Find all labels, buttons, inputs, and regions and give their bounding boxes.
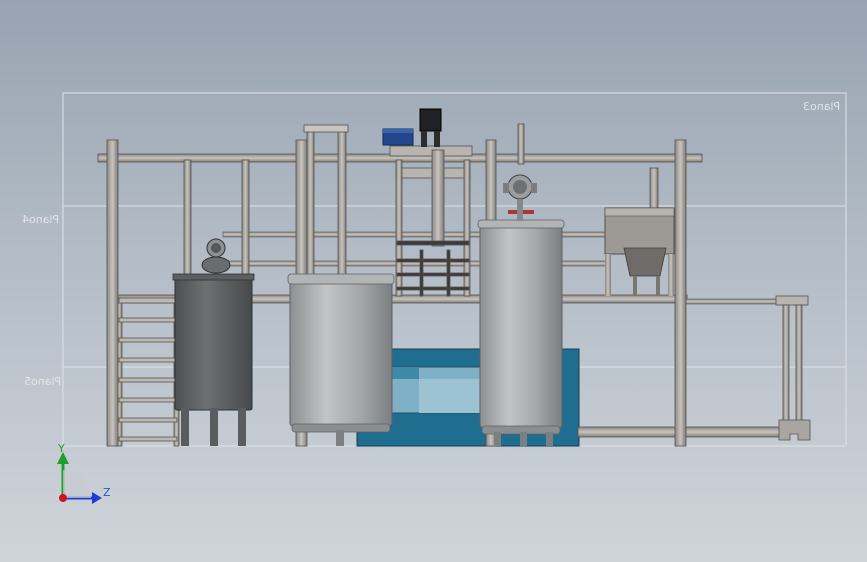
- cad-viewport[interactable]: [0, 0, 867, 562]
- axis-triad[interactable]: [57, 452, 102, 504]
- plane-label-plano4[interactable]: Plano4: [22, 213, 59, 226]
- motor-blue[interactable]: [382, 128, 414, 146]
- triad-z-arrow: [92, 492, 102, 504]
- staircase[interactable]: [115, 297, 180, 447]
- triad-z-label: Z: [103, 486, 111, 499]
- tank-light-middle[interactable]: [287, 273, 395, 446]
- right-pipe-assembly[interactable]: [775, 295, 811, 441]
- triad-y-label: Y: [58, 442, 65, 455]
- right-extension-rail[interactable]: [685, 298, 781, 305]
- motor-black[interactable]: [419, 108, 442, 147]
- hopper-box[interactable]: [604, 207, 675, 296]
- plane-label-plano5[interactable]: Plano5: [24, 375, 61, 388]
- triad-arc: [63, 470, 91, 498]
- plane-label-plano3[interactable]: Plano3: [803, 100, 840, 113]
- agitator-frame[interactable]: [389, 145, 473, 297]
- triad-origin: [59, 494, 67, 502]
